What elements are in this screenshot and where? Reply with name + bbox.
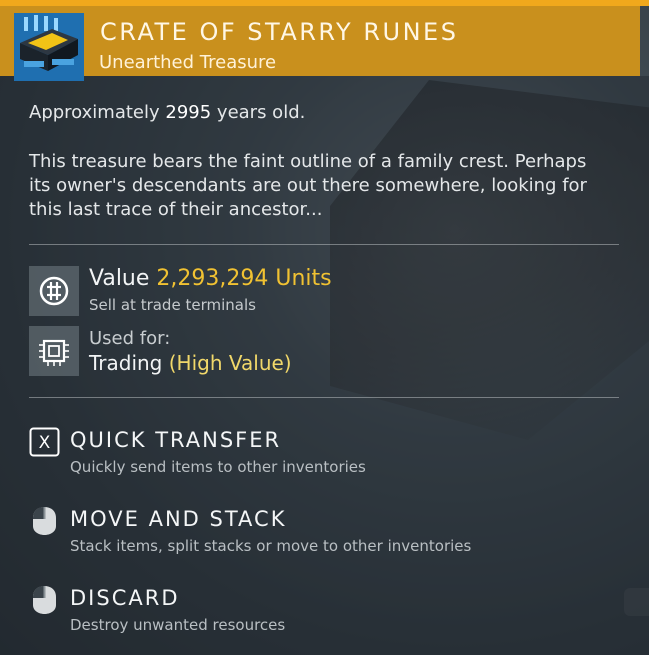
quick-transfer-action[interactable]: X QUICK TRANSFER Quickly send items to o… xyxy=(29,427,589,477)
item-description: This treasure bears the faint outline of… xyxy=(29,151,587,220)
item-header: CRATE OF STARRY RUNES Unearthed Treasure xyxy=(0,6,640,81)
microchip-icon xyxy=(29,326,79,376)
value-note: Sell at trade terminals xyxy=(89,296,256,314)
used-for-label: Used for: xyxy=(89,328,171,349)
divider xyxy=(29,244,619,245)
value-amount: 2,293,294 Units xyxy=(156,266,332,291)
used-for-category: Trading xyxy=(89,351,163,375)
discard-action[interactable]: DISCARD Destroy unwanted resources xyxy=(29,585,589,635)
item-age: Approximately 2995 years old. xyxy=(29,102,305,123)
quick-transfer-title: QUICK TRANSFER xyxy=(70,428,282,452)
item-subtitle: Unearthed Treasure xyxy=(99,52,277,73)
move-and-stack-desc: Stack items, split stacks or move to oth… xyxy=(70,537,472,555)
mouse-left-click-icon xyxy=(29,506,60,536)
used-for-detail: (High Value) xyxy=(168,351,292,375)
x-key-icon: X xyxy=(29,427,60,457)
units-currency-icon xyxy=(29,266,79,316)
side-scroll-tab[interactable] xyxy=(624,588,649,616)
age-prefix: Approximately xyxy=(29,102,160,123)
value-label: Value xyxy=(89,266,150,291)
used-for-value: Trading (High Value) xyxy=(89,351,292,375)
divider xyxy=(29,397,619,398)
value-line: Value 2,293,294 Units xyxy=(89,266,332,291)
move-and-stack-title: MOVE AND STACK xyxy=(70,507,287,531)
age-suffix: years old. xyxy=(216,102,306,123)
mouse-left-click-icon xyxy=(29,585,60,615)
discard-title: DISCARD xyxy=(70,586,180,610)
discard-desc: Destroy unwanted resources xyxy=(70,616,286,634)
move-and-stack-action[interactable]: MOVE AND STACK Stack items, split stacks… xyxy=(29,506,589,556)
x-key-label: X xyxy=(39,433,51,453)
treasure-crate-icon xyxy=(14,13,84,81)
item-title: CRATE OF STARRY RUNES xyxy=(100,18,459,46)
quick-transfer-desc: Quickly send items to other inventories xyxy=(70,458,366,476)
age-years: 2995 xyxy=(165,102,212,123)
